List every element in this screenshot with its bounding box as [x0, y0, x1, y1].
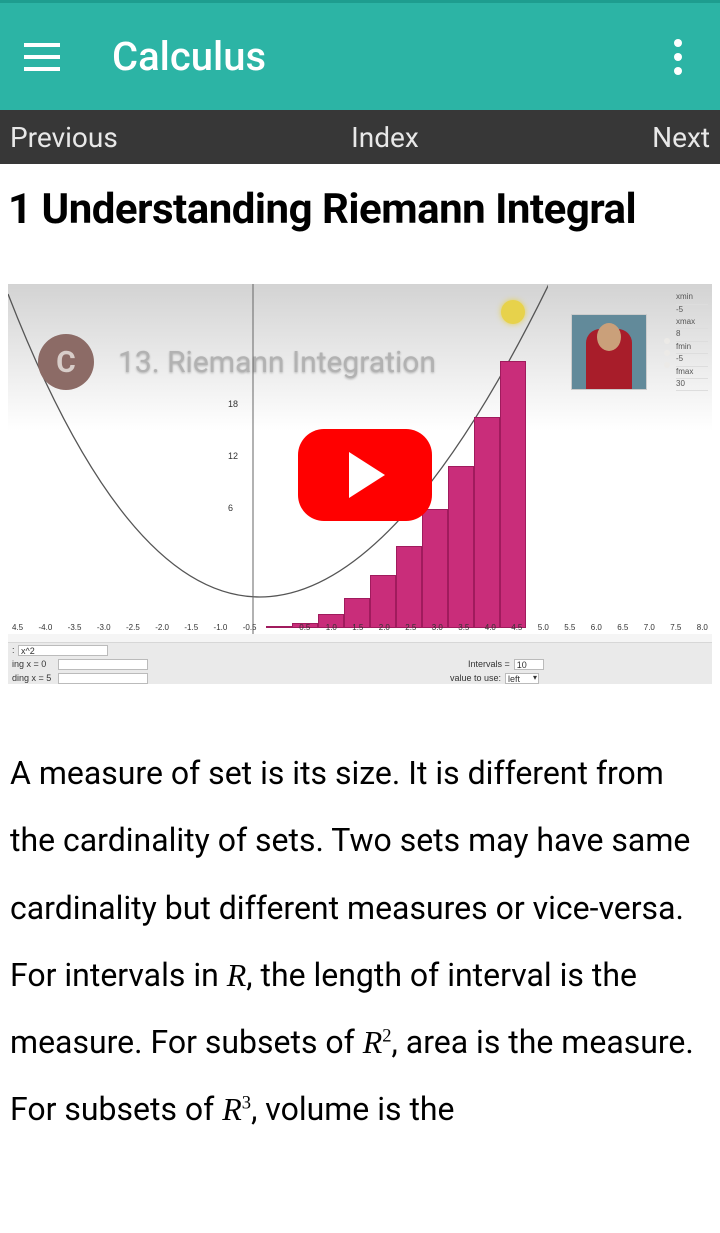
nav-next[interactable]: Next — [652, 121, 720, 154]
content: 1 Understanding Riemann Integral 18126 4… — [0, 186, 720, 1143]
menu-icon[interactable] — [20, 35, 64, 79]
video-more-icon[interactable] — [664, 338, 670, 368]
nav-bar: Previous Index Next — [0, 110, 720, 164]
intervals-input[interactable]: 10 — [514, 659, 544, 670]
y-ticks: 18126 — [228, 399, 238, 513]
body-paragraph: A measure of set is its size. It is diff… — [8, 740, 712, 1143]
side-params: xmin-5 xmax8 fmin-5 fmax30 — [676, 292, 708, 391]
video-header: C 13. Riemann Integration — [38, 334, 436, 390]
endx-input[interactable] — [58, 673, 148, 684]
app-bar: Calculus — [0, 0, 720, 110]
fx-input[interactable]: x^2 — [18, 645, 108, 656]
x-ticks: 4.5-4.0-3.5-3.0-2.5-2.0-1.5-1.0-0.5 0.51… — [12, 623, 708, 632]
more-icon[interactable] — [656, 35, 700, 79]
startx-input[interactable] — [58, 659, 148, 670]
video-thumbnail[interactable]: 18126 4.5-4.0-3.5-3.0-2.5-2.0-1.5-1.0-0.… — [8, 284, 712, 684]
channel-avatar[interactable]: C — [38, 334, 94, 390]
play-button[interactable] — [298, 429, 432, 521]
nav-previous[interactable]: Previous — [0, 121, 118, 154]
presenter-thumbnail — [571, 314, 647, 390]
nav-index[interactable]: Index — [118, 121, 652, 154]
form-bar: :x^2 ing x = 0 Intervals =10 ding x = 5 … — [8, 642, 712, 684]
value-select[interactable]: left — [505, 673, 539, 684]
page-heading: 1 Understanding Riemann Integral — [8, 186, 712, 234]
video-title: 13. Riemann Integration — [118, 345, 436, 380]
app-title: Calculus — [112, 33, 266, 80]
